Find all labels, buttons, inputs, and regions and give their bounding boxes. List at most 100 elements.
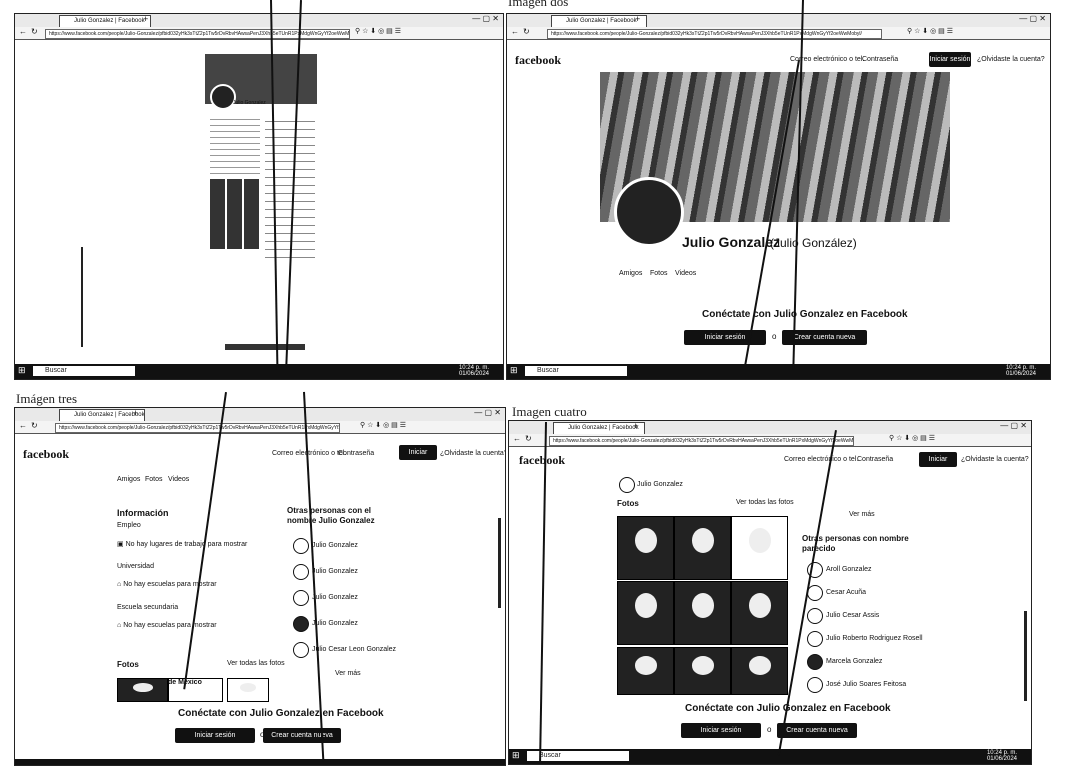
new-tab-icon[interactable]: + (635, 14, 640, 24)
person-avatar[interactable] (807, 631, 823, 647)
person-link[interactable]: Julio Cesar Leon Gonzalez (312, 646, 396, 653)
reload-icon[interactable]: ↻ (31, 27, 38, 36)
login-button[interactable]: Iniciar sesión (919, 452, 957, 478)
person-link[interactable]: Aroll Gonzalez (826, 566, 872, 573)
url-field[interactable]: https://www.facebook.com/people/Julio-Go… (55, 423, 340, 433)
new-tab-icon[interactable]: + (143, 14, 148, 24)
forgot-account-link[interactable]: ¿Olvidaste la cuenta? (961, 456, 1029, 463)
person-link[interactable]: Julio Gonzalez (312, 542, 358, 549)
person-avatar[interactable] (293, 616, 309, 632)
mini-name: Julio Gonzalez (233, 100, 266, 106)
back-icon[interactable]: ← (513, 434, 521, 443)
create-account-button[interactable]: Crear cuenta nueva (777, 723, 857, 738)
photo-thumb[interactable] (617, 647, 674, 695)
window-controls-icon[interactable]: — ▢ ✕ (472, 14, 499, 23)
start-icon[interactable]: ⊞ (510, 365, 518, 376)
facebook-logo[interactable]: facebook (519, 453, 565, 468)
photo-thumb[interactable] (227, 678, 269, 702)
person-avatar[interactable] (293, 564, 309, 580)
tab-amigos[interactable]: Amigos (117, 476, 140, 483)
scrollbar-thumb[interactable] (498, 518, 501, 608)
photo-thumb[interactable] (674, 516, 731, 580)
highschool-label: Escuela secundaria (117, 604, 179, 611)
photo-thumb[interactable] (617, 516, 674, 580)
toolbar-icons[interactable]: ⚲ ☆ ⬇ ◎ ▤ ☰ (355, 27, 401, 35)
see-more-link[interactable]: Ver más (849, 511, 875, 518)
back-icon[interactable]: ← (511, 27, 519, 36)
person-link[interactable]: Julio Roberto Rodriguez Rosell (826, 635, 923, 642)
url-field[interactable]: https://www.facebook.com/people/Julio-Go… (45, 29, 350, 39)
photo-thumb-text[interactable]: de México (167, 678, 223, 702)
tab-amigos[interactable]: Amigos (619, 270, 642, 277)
toolbar-icons[interactable]: ⚲ ☆ ⬇ ◎ ▤ ☰ (360, 421, 406, 429)
photo-thumb[interactable] (731, 516, 788, 580)
connect-login-button[interactable]: Iniciar sesión (175, 728, 255, 743)
forgot-account-link[interactable]: ¿Olvidaste la cuenta? (440, 450, 505, 457)
back-icon[interactable]: ← (19, 27, 27, 36)
new-tab-icon[interactable]: + (133, 408, 138, 418)
taskbar-search[interactable]: Buscar (527, 751, 629, 761)
reload-icon[interactable]: ↻ (31, 421, 38, 430)
person-link[interactable]: Marcela Gonzalez (826, 658, 882, 665)
person-link[interactable]: Julio Cesar Assis (826, 612, 879, 619)
browser-tab[interactable]: Julio Gonzalez | Facebook (553, 422, 645, 434)
email-label[interactable]: Correo electrónico o tel. (784, 456, 858, 463)
login-button[interactable]: Iniciar sesión (929, 52, 971, 67)
reload-icon[interactable]: ↻ (523, 27, 530, 36)
forgot-account-link[interactable]: ¿Olvidaste la cuenta? (977, 56, 1045, 63)
taskbar-search[interactable]: Buscar (525, 366, 627, 376)
photo-thumb[interactable] (674, 581, 731, 645)
url-field[interactable]: https://www.facebook.com/people/Julio-Go… (547, 29, 882, 39)
login-button[interactable]: Iniciar sesión (399, 445, 437, 471)
person-link[interactable]: Julio Gonzalez (312, 594, 358, 601)
password-label[interactable]: Contraseña (857, 456, 893, 463)
toolbar-icons[interactable]: ⚲ ☆ ⬇ ◎ ▤ ☰ (907, 27, 953, 35)
taskbar-search[interactable]: Buscar (33, 366, 135, 376)
window-controls-icon[interactable]: — ▢ ✕ (474, 408, 501, 417)
person-avatar[interactable] (807, 654, 823, 670)
browser-tab[interactable]: Julio Gonzalez | Facebook (551, 15, 647, 27)
person-link[interactable]: Cesar Acuña (826, 589, 866, 596)
person-avatar[interactable] (293, 538, 309, 554)
person-link[interactable]: Julio Gonzalez (312, 568, 358, 575)
person-link[interactable]: Julio Gonzalez (312, 620, 358, 627)
facebook-logo[interactable]: facebook (515, 53, 561, 68)
back-icon[interactable]: ← (19, 421, 27, 430)
person-avatar[interactable] (293, 642, 309, 658)
window-controls-icon[interactable]: — ▢ ✕ (1019, 14, 1046, 23)
connect-login-button[interactable]: Iniciar sesión (681, 723, 761, 738)
facebook-logo[interactable]: facebook (23, 447, 69, 462)
connect-heading: Conéctate con Julio Gonzalez en Facebook (702, 309, 908, 320)
email-label[interactable]: Correo electrónico o tel. (272, 450, 346, 457)
start-icon[interactable]: ⊞ (512, 750, 520, 761)
password-label[interactable]: Contraseña (862, 56, 898, 63)
reload-icon[interactable]: ↻ (525, 434, 532, 443)
tab-fotos[interactable]: Fotos (145, 476, 163, 483)
start-icon[interactable]: ⊞ (18, 365, 26, 376)
person-avatar[interactable] (807, 585, 823, 601)
person-avatar[interactable] (807, 608, 823, 624)
scrollbar-thumb[interactable] (1024, 611, 1027, 701)
browser-tab[interactable]: Julio Gonzalez | Facebook (59, 15, 151, 27)
password-label[interactable]: Contraseña (338, 450, 374, 457)
photo-thumb[interactable] (731, 647, 788, 695)
connect-login-button[interactable]: Iniciar sesión (684, 330, 766, 345)
tab-fotos[interactable]: Fotos (650, 270, 668, 277)
photo-thumb[interactable] (674, 647, 731, 695)
see-all-photos-link[interactable]: Ver todas las fotos (227, 660, 285, 667)
toolbar-icons[interactable]: ⚲ ☆ ⬇ ◎ ▤ ☰ (889, 434, 935, 442)
create-account-button[interactable]: Crear cuenta nueva (263, 728, 341, 743)
photo-thumb[interactable] (117, 678, 169, 702)
see-more-link[interactable]: Ver más (335, 670, 361, 677)
photo-thumb[interactable] (731, 581, 788, 645)
see-all-photos-link[interactable]: Ver todas las fotos (736, 499, 794, 506)
photo-thumb[interactable] (617, 581, 674, 645)
new-tab-icon[interactable]: + (633, 421, 638, 431)
person-avatar[interactable] (293, 590, 309, 606)
tab-videos[interactable]: Videos (168, 476, 189, 483)
person-link[interactable]: José Julio Soares Feitosa (826, 681, 906, 688)
window-controls-icon[interactable]: — ▢ ✕ (1000, 421, 1027, 430)
person-avatar[interactable] (807, 677, 823, 693)
tab-videos[interactable]: Videos (675, 270, 696, 277)
url-field[interactable]: https://www.facebook.com/people/Julio-Go… (549, 436, 854, 446)
